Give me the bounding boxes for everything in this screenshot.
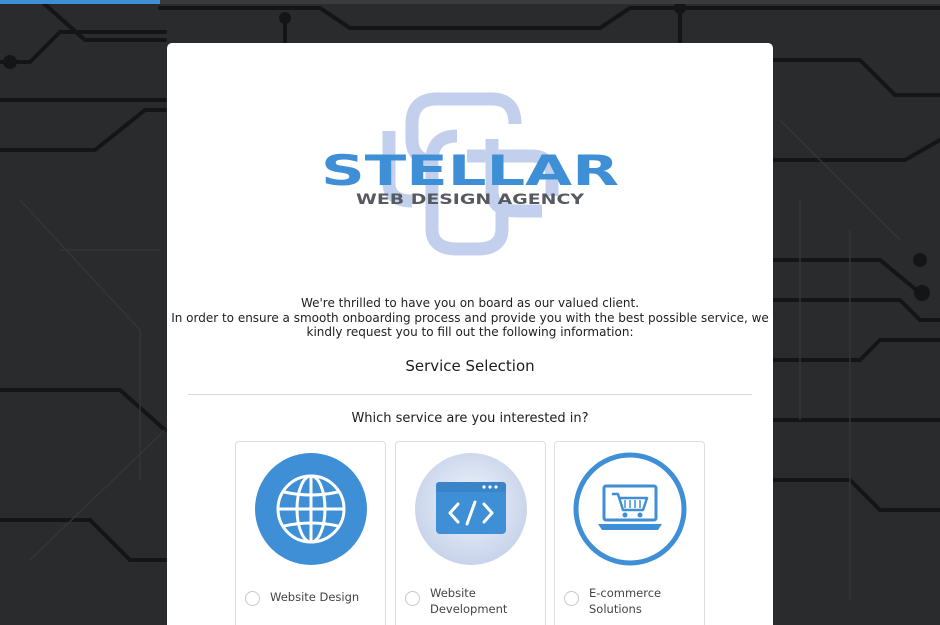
globe-icon [255, 453, 367, 565]
option-label: E-commerce Solutions [589, 585, 699, 617]
logo-tagline: WEB DESIGN AGENCY [356, 192, 585, 208]
shopping-cart-laptop-icon [573, 452, 687, 566]
option-website-development[interactable]: Website Development [395, 441, 546, 625]
option-label: Website Development [430, 585, 540, 617]
option-label-line-1: E-commerce [589, 586, 662, 600]
option-label-line-2: Development [430, 602, 508, 616]
welcome-message: We're thrilled to have you on board as o… [167, 296, 773, 340]
onboarding-form-card: STELLAR WEB DESIGN AGENCY We're thrilled… [167, 43, 773, 625]
option-label: Website Design [270, 590, 360, 604]
option-label-line-1: Website [430, 586, 476, 600]
code-window-icon [415, 453, 527, 565]
welcome-line-3: kindly request you to fill out the follo… [306, 325, 634, 339]
logo-wordmark: STELLAR [321, 146, 619, 195]
option-ecommerce-solutions[interactable]: E-commerce Solutions [554, 441, 705, 625]
radio-website-development[interactable] [405, 591, 420, 606]
section-title: Service Selection [405, 357, 535, 375]
radio-website-design[interactable] [245, 591, 260, 606]
radio-ecommerce-solutions[interactable] [564, 591, 579, 606]
progress-bar-fill [0, 0, 160, 4]
welcome-line-2: In order to ensure a smooth onboarding p… [171, 310, 769, 325]
welcome-line-1: We're thrilled to have you on board as o… [300, 296, 640, 310]
service-question: Which service are you interested in? [351, 411, 589, 426]
option-website-design[interactable]: Website Design [235, 441, 386, 625]
section-divider [188, 394, 752, 395]
option-label-line-2: Solutions [589, 602, 642, 616]
stellar-logo: STELLAR WEB DESIGN AGENCY [321, 92, 619, 256]
progress-bar [0, 0, 940, 4]
